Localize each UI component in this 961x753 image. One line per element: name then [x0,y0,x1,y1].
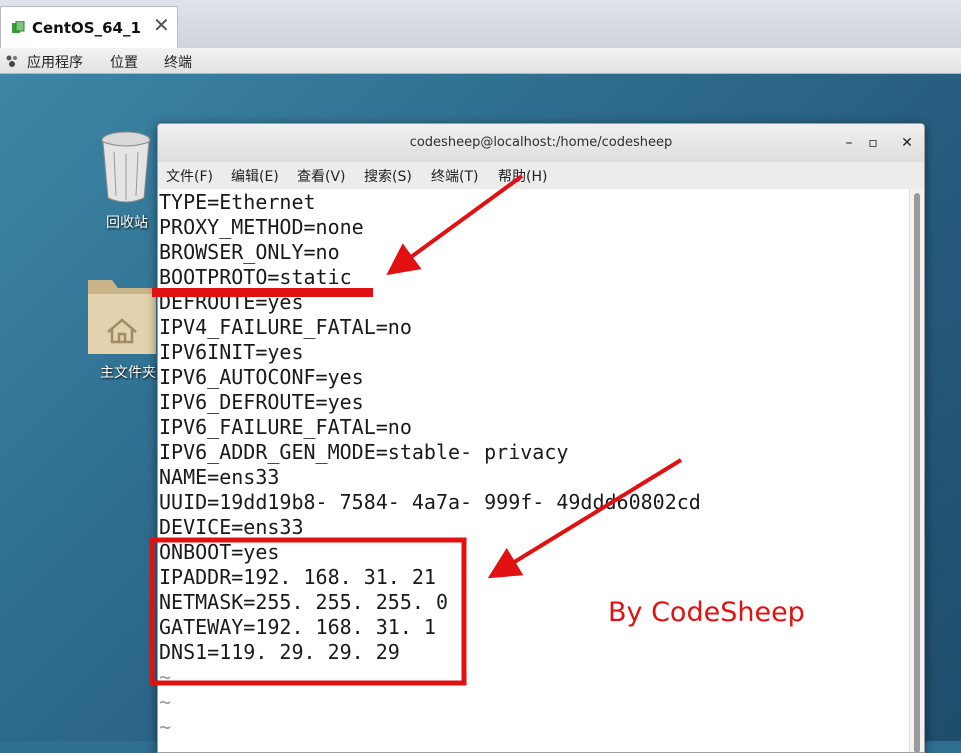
config-line: IPV6INIT=yes [159,340,304,364]
menu-view[interactable]: 查看(V) [297,166,346,186]
trash-label: 回收站 [106,215,148,231]
empty-line-tilde: ~ [159,690,172,714]
config-line: UUID=19dd19b8- 7584- 4a7a- 999f- 49ddd60… [159,490,701,514]
config-line: BROWSER_ONLY=no [159,240,340,264]
menu-search[interactable]: 搜索(S) [364,166,412,186]
home-folder-label: 主文件夹 [100,365,156,381]
applications-menu[interactable]: 应用程序 [27,52,83,72]
config-line: IPADDR=192. 168. 31. 21 [159,565,436,589]
config-line: TYPE=Ethernet [159,190,316,214]
home-folder-icon[interactable] [86,270,158,356]
config-line: IPV6_FAILURE_FATAL=no [159,415,412,439]
watermark-text: By CodeSheep [608,597,805,628]
minimize-button[interactable]: – [838,132,860,154]
close-tab-icon[interactable]: ✕ [153,15,170,35]
vm-tab-bar: CentOS_64_1 ✕ [0,0,961,48]
config-line: PROXY_METHOD=none [159,215,364,239]
empty-line-tilde: ~ [159,715,172,739]
terminal-output[interactable]: TYPE=Ethernet PROXY_METHOD=none BROWSER_… [158,189,912,752]
config-line: IPV6_ADDR_GEN_MODE=stable- privacy [159,440,569,464]
config-line: IPV6_DEFROUTE=yes [159,390,364,414]
gnome-foot-icon [6,55,17,67]
config-line: NAME=ens33 [159,465,280,489]
config-line: ONBOOT=yes [159,540,280,564]
title-bar[interactable]: codesheep@localhost:/home/codesheep – ▫ … [158,124,924,162]
config-line: IPV6_AUTOCONF=yes [159,365,364,389]
scrollbar[interactable] [909,189,924,752]
config-line: IPV4_FAILURE_FATAL=no [159,315,412,339]
menu-help[interactable]: 帮助(H) [498,166,547,186]
trash-icon[interactable] [97,128,155,206]
config-line: BOOTPROTO=static [159,265,352,289]
menu-bar: 文件(F) 编辑(E) 查看(V) 搜索(S) 终端(T) 帮助(H) [158,162,924,190]
close-button[interactable]: ✕ [896,132,918,154]
vm-tab-title: CentOS_64_1 [32,19,141,37]
config-line: DNS1=119. 29. 29. 29 [159,640,400,664]
terminal-window[interactable]: codesheep@localhost:/home/codesheep – ▫ … [157,123,925,753]
top-panel: 应用程序 位置 终端 [0,48,961,74]
vm-icon [12,21,25,33]
menu-edit[interactable]: 编辑(E) [231,166,279,186]
places-menu[interactable]: 位置 [110,52,138,72]
config-line: DEVICE=ens33 [159,515,304,539]
terminal-menu[interactable]: 终端 [164,52,192,72]
config-line: GATEWAY=192. 168. 31. 1 [159,615,436,639]
config-line: DEFROUTE=yes [159,290,304,314]
menu-terminal[interactable]: 终端(T) [431,166,478,186]
vm-tab[interactable]: CentOS_64_1 ✕ [0,6,178,48]
window-title: codesheep@localhost:/home/codesheep [409,135,673,150]
scrollbar-thumb[interactable] [914,193,920,752]
maximize-button[interactable]: ▫ [862,132,884,154]
menu-file[interactable]: 文件(F) [166,166,213,186]
empty-line-tilde: ~ [159,665,172,689]
config-line: NETMASK=255. 255. 255. 0 [159,590,448,614]
